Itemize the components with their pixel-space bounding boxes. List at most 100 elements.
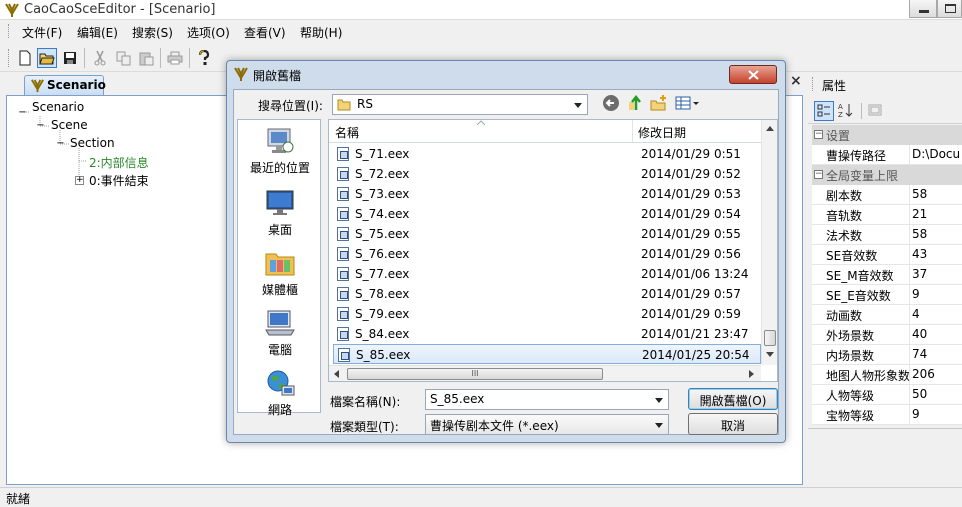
new-folder-button[interactable] [650, 94, 670, 114]
vertical-scrollbar[interactable] [761, 120, 777, 365]
place-libraries[interactable]: 媒體櫃 [238, 248, 322, 298]
file-row[interactable]: S_84.eex 2014/01/21 23:47 [333, 324, 761, 344]
category-settings[interactable]: − 设置 [812, 125, 962, 145]
property-row[interactable]: SE_M音效数 37 [812, 265, 962, 285]
file-row[interactable]: S_77.eex 2014/01/06 13:24 [333, 264, 761, 284]
property-value[interactable]: D:\Docu [912, 147, 962, 161]
menu-view[interactable]: 查看(V) [244, 24, 286, 41]
property-row[interactable]: 宝物等级 9 [812, 405, 962, 425]
property-pages-button[interactable] [866, 101, 886, 121]
menu-help[interactable]: 帮助(H) [300, 24, 342, 41]
file-row-selected[interactable]: S_85.eex 2014/01/25 20:54 [333, 344, 761, 364]
alphabetical-button[interactable]: AZ [837, 101, 857, 121]
property-value[interactable]: 9 [912, 407, 962, 421]
menu-file[interactable]: 文件(F) [22, 24, 62, 41]
scroll-down-icon[interactable] [766, 352, 774, 357]
scroll-left-icon[interactable] [334, 370, 339, 378]
place-network[interactable]: 網路 [238, 368, 322, 418]
save-button[interactable] [60, 48, 80, 68]
file-row[interactable]: S_76.eex 2014/01/29 0:56 [333, 244, 761, 264]
cut-button[interactable] [90, 48, 110, 68]
copy-button[interactable] [113, 48, 133, 68]
menu-options[interactable]: 选项(O) [187, 24, 230, 41]
file-row[interactable]: S_75.eex 2014/01/29 0:55 [333, 224, 761, 244]
tab-scenario[interactable]: Scenario [24, 75, 106, 96]
property-key: 宝物等级 [826, 409, 875, 423]
property-row[interactable]: 外场景数 40 [812, 325, 962, 345]
categorized-button[interactable] [814, 101, 834, 121]
file-row[interactable]: S_73.eex 2014/01/29 0:53 [333, 184, 761, 204]
filetype-select[interactable]: 曹操传剧本文件 (*.eex) [425, 414, 669, 435]
place-computer[interactable]: 電腦 [238, 308, 322, 358]
property-value[interactable]: 74 [912, 347, 962, 361]
open-button[interactable] [37, 48, 57, 68]
back-button[interactable] [602, 94, 622, 114]
place-desktop[interactable]: 桌面 [238, 188, 322, 238]
properties-grip [812, 77, 815, 91]
maximize-button[interactable] [937, 0, 962, 18]
expander-scenario[interactable]: − [18, 108, 27, 118]
property-value[interactable]: 4 [912, 307, 962, 321]
file-row[interactable]: S_71.eex 2014/01/29 0:51 [333, 144, 761, 164]
property-value[interactable]: 206 [912, 367, 962, 381]
toolbar-grip [8, 49, 11, 67]
property-row[interactable]: 法术数 58 [812, 225, 962, 245]
collapse-limits-icon[interactable]: − [814, 170, 823, 179]
close-document-button[interactable]: × [790, 73, 802, 89]
horizontal-scrollbar[interactable]: III [329, 365, 761, 381]
cancel-button[interactable]: 取消 [688, 413, 778, 435]
tree-node-scenario[interactable]: Scenario [32, 100, 84, 114]
property-value[interactable]: 43 [912, 247, 962, 261]
paste-button[interactable] [136, 48, 156, 68]
minimize-button[interactable] [909, 0, 937, 18]
new-button[interactable] [15, 48, 35, 68]
expander-event-end[interactable]: + [75, 176, 84, 185]
scroll-right-icon[interactable] [749, 370, 754, 378]
file-row[interactable]: S_79.eex 2014/01/29 0:59 [333, 304, 761, 324]
property-row[interactable]: 动画数 4 [812, 305, 962, 325]
property-value[interactable]: 9 [912, 287, 962, 301]
category-global-limits[interactable]: − 全局变量上限 [812, 165, 962, 185]
property-row[interactable]: 剧本数 58 [812, 185, 962, 205]
file-row[interactable]: S_72.eex 2014/01/29 0:52 [333, 164, 761, 184]
menu-edit[interactable]: 编辑(E) [77, 24, 118, 41]
print-button[interactable] [165, 48, 185, 68]
filename-input[interactable]: S_85.eex [425, 389, 669, 410]
property-row[interactable]: 音轨数 21 [812, 205, 962, 225]
property-value[interactable]: 21 [912, 207, 962, 221]
view-menu-button[interactable] [674, 94, 700, 114]
property-row-caocao-path[interactable]: 曹操传路径 D:\Docu [812, 145, 962, 165]
column-date-header[interactable]: 修改日期 [634, 120, 761, 142]
property-row[interactable]: 内场景数 74 [812, 345, 962, 365]
expander-section[interactable]: − [56, 139, 65, 149]
help-button[interactable] [194, 48, 214, 68]
property-row[interactable]: 地图人物形象数 206 [812, 365, 962, 385]
property-row[interactable]: 人物等级 50 [812, 385, 962, 405]
scroll-up-icon[interactable] [766, 126, 774, 131]
vertical-scroll-thumb[interactable] [764, 330, 776, 346]
property-value[interactable]: 40 [912, 327, 962, 341]
up-folder-button[interactable] [626, 94, 646, 114]
tree-node-scene[interactable]: Scene [51, 118, 88, 132]
property-value[interactable]: 50 [912, 387, 962, 401]
maximize-icon [945, 4, 956, 13]
menu-search[interactable]: 搜索(S) [132, 24, 173, 41]
file-row[interactable]: S_74.eex 2014/01/29 0:54 [333, 204, 761, 224]
horizontal-scroll-thumb[interactable]: III [347, 368, 603, 380]
dialog-close-button[interactable] [729, 65, 777, 84]
property-value[interactable]: 37 [912, 267, 962, 281]
tree-node-event-end[interactable]: 0:事件結束 [89, 172, 149, 189]
open-button[interactable]: 開啟舊檔(O) [688, 388, 778, 410]
collapse-settings-icon[interactable]: − [814, 130, 823, 139]
property-value[interactable]: 58 [912, 227, 962, 241]
place-recent[interactable]: 最近的位置 [238, 126, 322, 176]
property-row[interactable]: SE_E音效数 9 [812, 285, 962, 305]
property-value[interactable]: 58 [912, 187, 962, 201]
tree-node-internal-info[interactable]: 2:内部信息 [89, 154, 149, 171]
property-row[interactable]: SE音效数 43 [812, 245, 962, 265]
expander-scene[interactable]: − [36, 121, 45, 131]
file-row[interactable]: S_78.eex 2014/01/29 0:57 [333, 284, 761, 304]
tree-node-section[interactable]: Section [70, 136, 115, 150]
look-in-combo[interactable]: RS [332, 94, 588, 115]
column-name-header[interactable]: 名稱 [329, 120, 633, 142]
